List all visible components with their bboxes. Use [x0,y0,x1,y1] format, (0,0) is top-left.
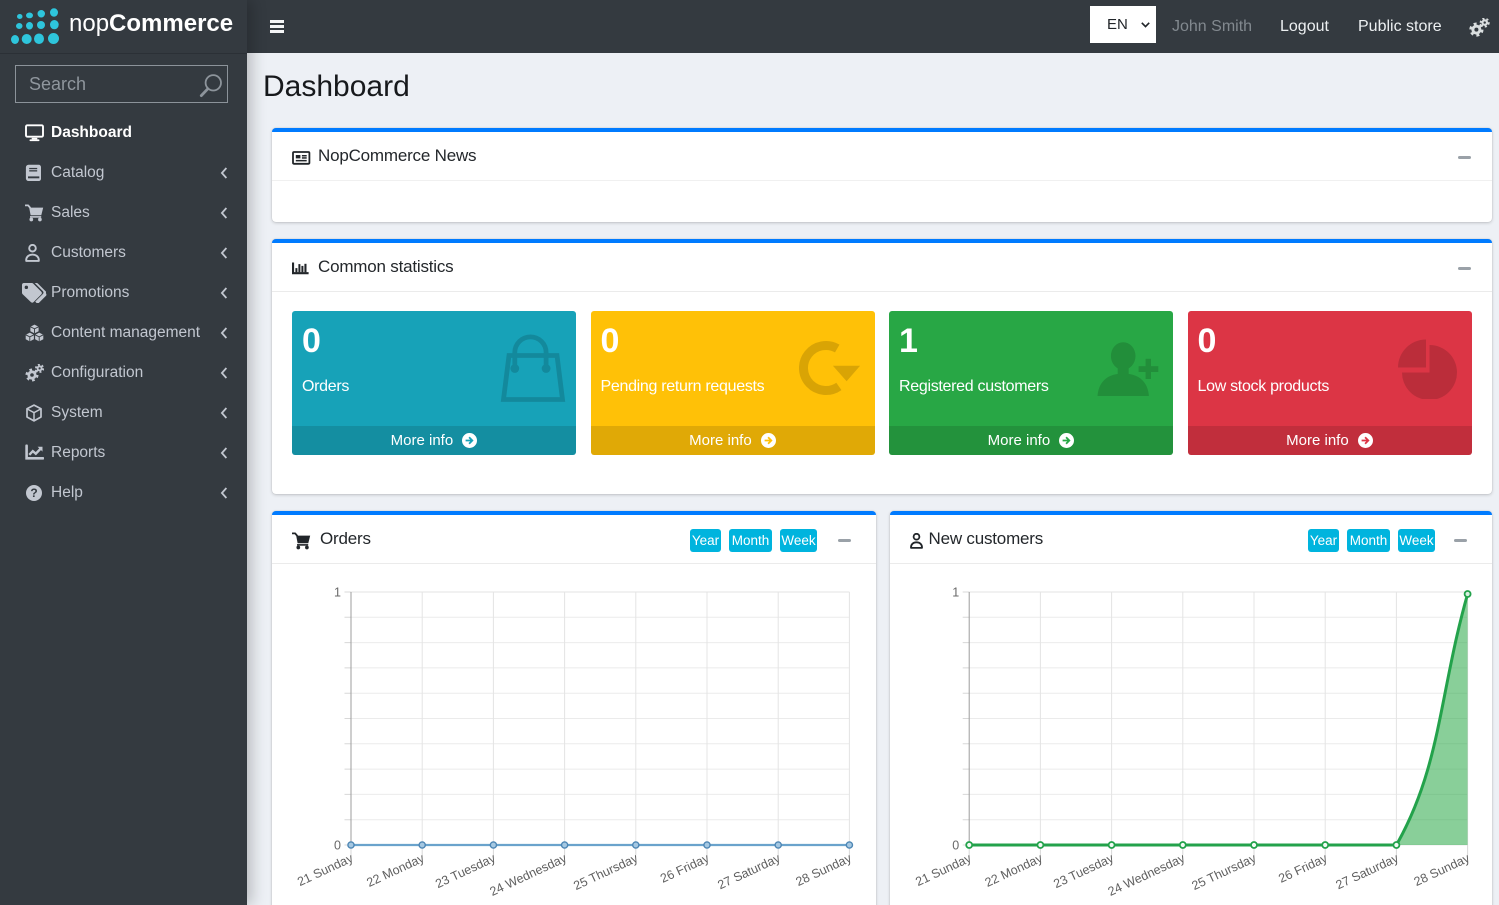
svg-text:24 Wednesday: 24 Wednesday [488,851,570,899]
svg-text:0: 0 [334,839,341,853]
svg-text:26 Friday: 26 Friday [1276,851,1330,886]
svg-text:21 Sunday: 21 Sunday [295,851,356,889]
svg-text:?: ? [30,486,37,500]
svg-text:1: 1 [334,586,341,600]
svg-text:24 Wednesday: 24 Wednesday [1106,851,1188,899]
svg-text:27 Saturday: 27 Saturday [715,851,783,892]
svg-text:28 Sunday: 28 Sunday [1412,851,1473,889]
svg-text:28 Sunday: 28 Sunday [794,851,855,889]
svg-text:22 Monday: 22 Monday [983,851,1046,890]
svg-text:26 Friday: 26 Friday [658,851,712,886]
svg-text:25 Thursday: 25 Thursday [571,851,640,893]
svg-text:21 Sunday: 21 Sunday [913,851,974,889]
svg-text:0: 0 [952,839,959,853]
svg-text:25 Thursday: 25 Thursday [1190,851,1259,893]
svg-text:1: 1 [952,586,959,600]
svg-text:22 Monday: 22 Monday [364,851,427,890]
svg-text:27 Saturday: 27 Saturday [1334,851,1402,892]
